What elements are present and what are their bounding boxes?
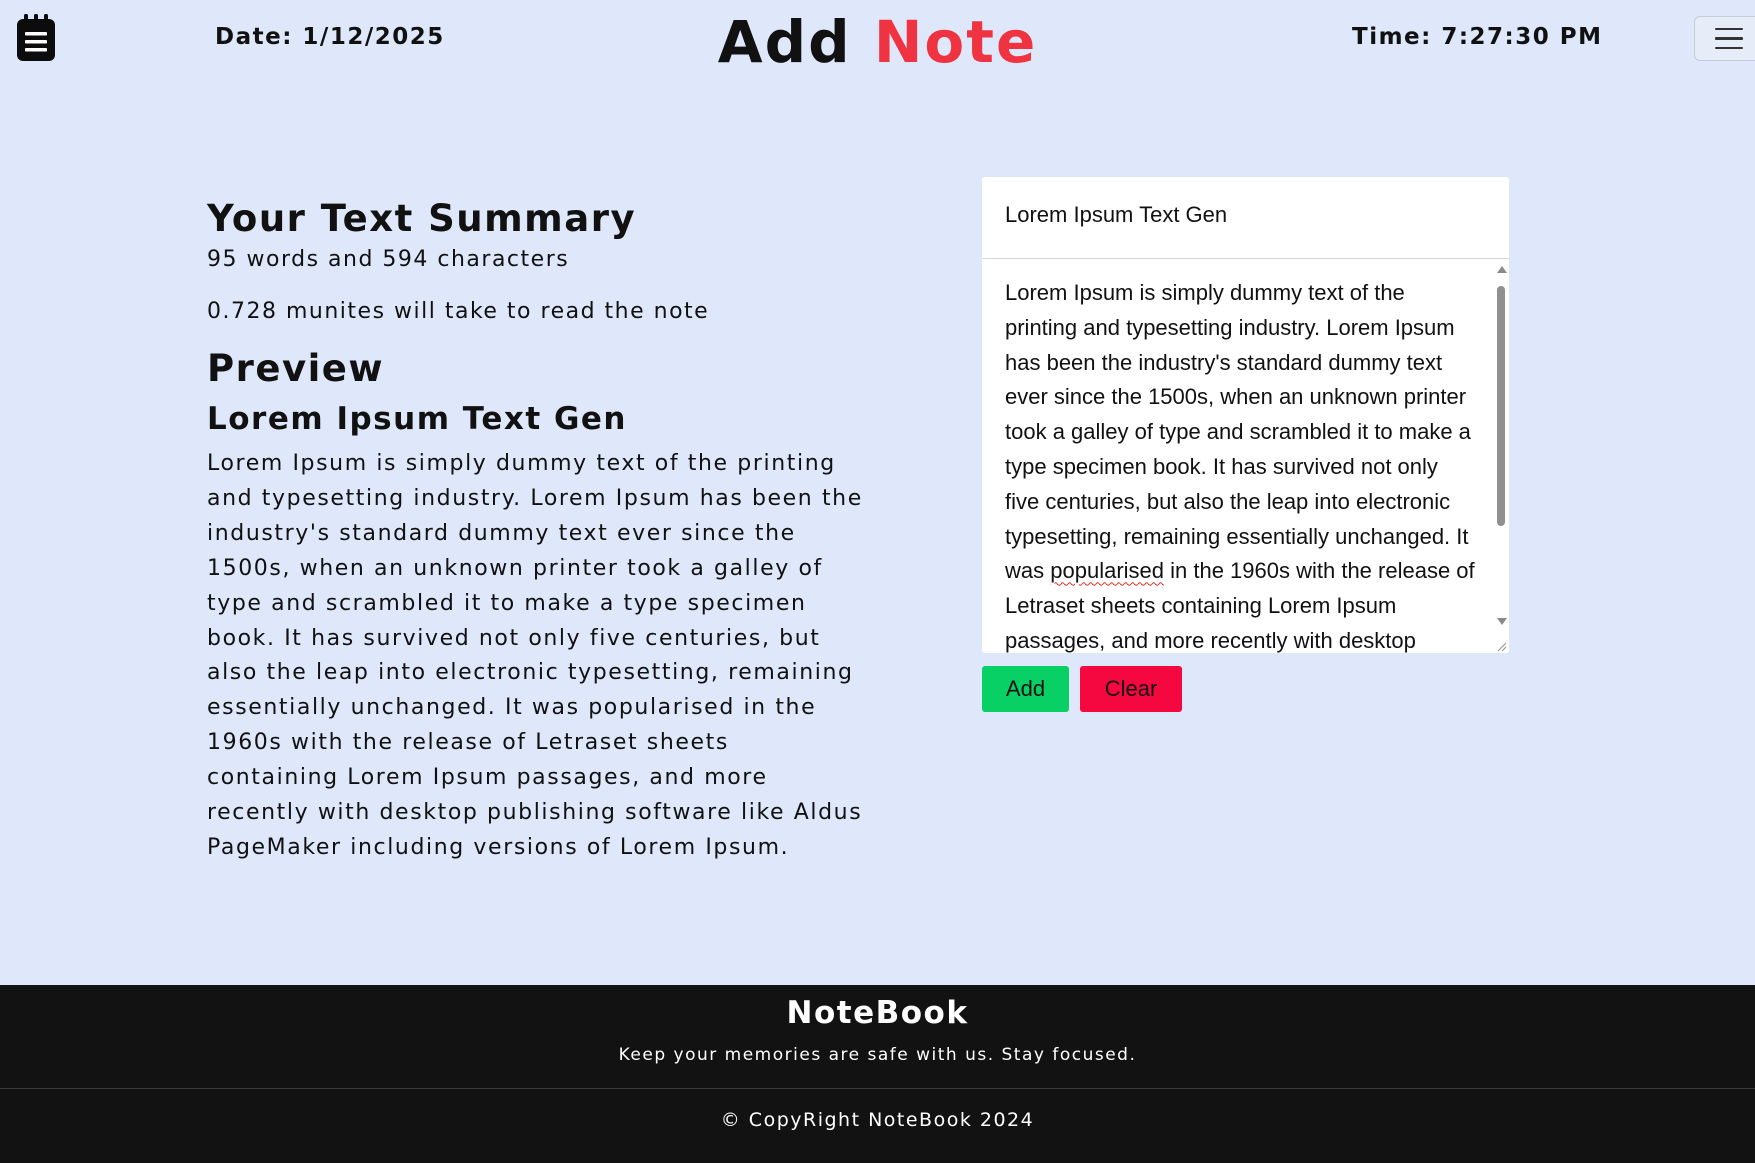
scroll-up-arrow-icon[interactable] [1497,266,1507,273]
current-time: Time: 7:27:30 PM [1352,24,1603,50]
note-body-text-start: Lorem Ipsum is simply dummy text of the … [1005,280,1471,584]
preview-body: Lorem Ipsum is simply dummy text of the … [207,451,863,860]
note-body-textarea[interactable]: Lorem Ipsum is simply dummy text of the … [982,260,1509,653]
read-time: 0.728 munites will take to read the note [207,299,710,324]
scroll-down-arrow-icon[interactable] [1497,618,1507,625]
footer-tagline: Keep your memories are safe with us. Sta… [618,1045,1137,1065]
app-header: Date: 1/12/2025 Add Note Time: 7:27:30 P… [0,0,1755,84]
note-body-text: Lorem Ipsum is simply dummy text of the … [1005,276,1475,653]
summary-heading: Your Text Summary [207,197,637,240]
resize-handle-icon[interactable] [1493,640,1507,652]
footer-brand: NoteBook [786,995,969,1031]
hamburger-menu-icon-bar [1715,37,1743,40]
page-title-main: Add [717,8,874,76]
summary-panel: Your Text Summary 95 words and 594 chara… [207,193,867,866]
footer-copyright: © CopyRight NoteBook 2024 [720,1109,1035,1131]
clear-note-button[interactable]: Clear [1080,666,1182,712]
note-editor-card: Lorem Ipsum Text Gen Lorem Ipsum is simp… [982,177,1509,653]
hamburger-menu-button[interactable] [1694,16,1755,61]
footer: NoteBook Keep your memories are safe wit… [0,985,1755,1163]
hamburger-menu-icon-bar [1715,46,1743,50]
textarea-scrollbar[interactable] [1494,260,1509,653]
spellcheck-marked-word: popularised [1050,558,1164,584]
hamburger-menu-icon-bar [1715,27,1743,31]
preview-title: Lorem Ipsum Text Gen [207,401,627,437]
add-note-button[interactable]: Add [982,666,1069,712]
note-title-input[interactable]: Lorem Ipsum Text Gen [982,177,1509,259]
page-title-accent: Note [873,8,1038,76]
word-count: 95 words and 594 characters [207,247,570,272]
preview-heading: Preview [207,347,385,390]
scrollbar-thumb[interactable] [1497,286,1505,526]
footer-divider [0,1088,1755,1089]
